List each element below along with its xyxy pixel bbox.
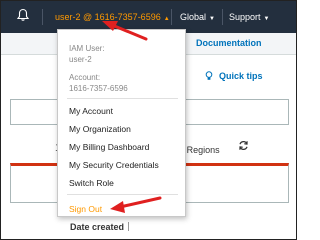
- refresh-icon[interactable]: [238, 140, 249, 151]
- menu-item-my-account[interactable]: My Account: [69, 106, 113, 116]
- menu-item-switch-role[interactable]: Switch Role: [69, 178, 114, 188]
- date-created-column-header[interactable]: Date created: [70, 222, 134, 232]
- support-menu-label: Support: [229, 12, 261, 22]
- menu-divider: [67, 194, 178, 195]
- menu-divider: [67, 98, 178, 99]
- chevron-down-icon: ▼: [209, 16, 215, 22]
- support-menu-button[interactable]: Support ▼: [229, 12, 269, 22]
- sort-icon[interactable]: [128, 222, 134, 231]
- divider: [222, 9, 223, 25]
- menu-item-my-organization[interactable]: My Organization: [69, 124, 131, 134]
- regions-label: Regions: [186, 145, 220, 155]
- lightbulb-icon: [205, 71, 213, 80]
- divider: [42, 9, 43, 25]
- account-info: Account: 1616-7357-6596: [69, 72, 128, 94]
- iam-user-info: IAM User: user-2: [69, 43, 105, 65]
- bell-icon[interactable]: [16, 8, 30, 22]
- menu-item-security-credentials[interactable]: My Security Credentials: [69, 160, 159, 170]
- account-dropdown-menu: IAM User: user-2 Account: 1616-7357-6596…: [57, 29, 186, 217]
- chevron-up-icon: ▲: [163, 16, 170, 22]
- account-id-label: Account:: [69, 73, 101, 82]
- region-menu-label: Global: [180, 12, 207, 22]
- account-menu-button[interactable]: user-2 @ 1616-7357-6596 ▲: [55, 12, 170, 22]
- account-id-value: 1616-7357-6596: [69, 84, 128, 93]
- chevron-down-icon: ▼: [263, 16, 270, 22]
- date-created-label: Date created: [70, 222, 125, 232]
- iam-user-label: IAM User:: [69, 44, 105, 53]
- divider: [171, 9, 172, 25]
- quick-tips-link[interactable]: Quick tips: [205, 71, 263, 81]
- quick-tips-label: Quick tips: [219, 71, 263, 81]
- documentation-link[interactable]: Documentation: [196, 38, 262, 48]
- menu-item-billing-dashboard[interactable]: My Billing Dashboard: [69, 142, 149, 152]
- account-menu-label: user-2 @ 1616-7357-6596: [55, 12, 161, 22]
- region-menu-button[interactable]: Global ▼: [180, 12, 215, 22]
- iam-user-value: user-2: [69, 55, 92, 64]
- sign-out-button[interactable]: Sign Out: [69, 204, 102, 214]
